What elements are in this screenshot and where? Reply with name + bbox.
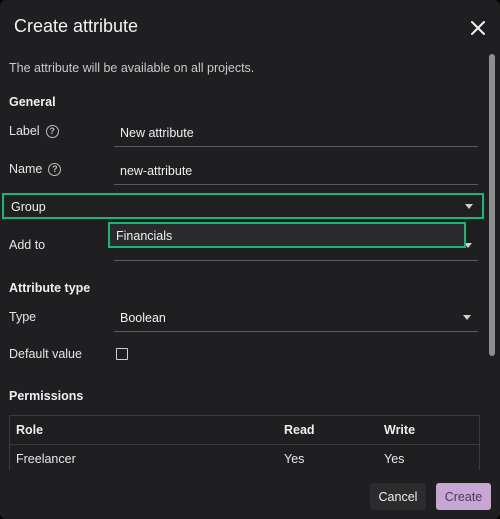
dropdown-option-financials[interactable]: Financials bbox=[116, 229, 172, 243]
cancel-button[interactable]: Cancel bbox=[370, 483, 426, 510]
group-select[interactable]: Group bbox=[2, 193, 484, 219]
scrollbar-thumb[interactable] bbox=[489, 54, 495, 356]
column-header-role: Role bbox=[16, 423, 44, 437]
dialog-header: Create attribute bbox=[0, 0, 500, 56]
create-attribute-dialog: Create attribute The attribute will be a… bbox=[0, 0, 500, 519]
cell-read[interactable]: Yes bbox=[284, 452, 304, 466]
help-circle-icon[interactable]: ? bbox=[48, 162, 62, 176]
name-field-text: Name bbox=[9, 162, 43, 176]
label-input[interactable]: New attribute bbox=[114, 119, 478, 147]
name-field-label: Name ? bbox=[9, 162, 62, 176]
label-field-text: Label bbox=[9, 124, 40, 138]
add-to-label: Add to bbox=[9, 238, 46, 252]
chevron-down-icon bbox=[465, 204, 473, 209]
chevron-down-icon bbox=[463, 315, 471, 320]
dialog-title: Create attribute bbox=[14, 16, 139, 36]
section-heading-attribute-type: Attribute type bbox=[9, 281, 91, 295]
column-header-read: Read bbox=[284, 423, 315, 437]
type-select[interactable]: Boolean bbox=[114, 304, 478, 332]
label-field-label: Label ? bbox=[9, 124, 59, 138]
type-select-value: Boolean bbox=[120, 311, 166, 325]
section-heading-general: General bbox=[9, 95, 56, 109]
cell-write[interactable]: Yes bbox=[384, 452, 404, 466]
default-value-checkbox[interactable] bbox=[116, 348, 128, 360]
name-input[interactable]: new-attribute bbox=[114, 157, 478, 185]
group-label: Group bbox=[11, 200, 46, 214]
dialog-description: The attribute will be available on all p… bbox=[9, 61, 255, 75]
help-circle-icon[interactable]: ? bbox=[45, 124, 59, 138]
section-heading-permissions: Permissions bbox=[9, 389, 84, 403]
table-header-row: Role Read Write bbox=[10, 416, 479, 445]
close-button[interactable] bbox=[466, 16, 490, 40]
cell-role: Freelancer bbox=[16, 452, 76, 466]
create-button[interactable]: Create bbox=[436, 483, 491, 510]
column-header-write: Write bbox=[384, 423, 416, 437]
permissions-table: Role Read Write Freelancer Yes Yes bbox=[9, 415, 480, 474]
group-dropdown-menu: Financials bbox=[108, 222, 466, 248]
type-label: Type bbox=[9, 310, 37, 324]
default-value-label: Default value bbox=[9, 347, 82, 361]
close-icon bbox=[471, 21, 485, 35]
